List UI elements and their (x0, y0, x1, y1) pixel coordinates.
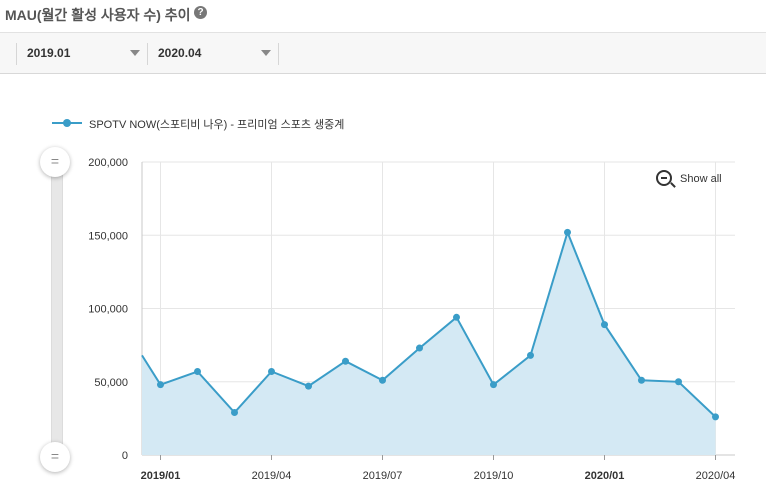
data-point[interactable] (638, 376, 645, 384)
x-tick-label: 2019/01 (141, 470, 181, 482)
data-point[interactable] (527, 351, 534, 359)
data-point[interactable] (231, 409, 238, 417)
data-point[interactable] (601, 321, 608, 329)
data-point[interactable] (342, 357, 349, 365)
data-point[interactable] (305, 382, 312, 390)
x-tick-label: 2020/01 (585, 470, 625, 482)
x-tick-label: 2019/10 (474, 470, 514, 482)
data-point[interactable] (194, 367, 201, 375)
y-tick-label: 0 (122, 450, 128, 462)
data-point[interactable] (157, 381, 164, 389)
show-all-label: Show all (680, 173, 722, 185)
data-point[interactable] (490, 381, 497, 389)
data-point[interactable] (379, 376, 386, 384)
mau-area-chart: 0 50,000 100,000 150,000 200,000 2019/01 2019/… (88, 157, 736, 482)
data-point[interactable] (564, 228, 571, 236)
y-tick-label: 100,000 (88, 304, 128, 316)
x-tick-label: 2019/07 (363, 470, 403, 482)
series-area-fill (142, 232, 716, 455)
data-point[interactable] (268, 367, 275, 375)
y-tick-label: 200,000 (88, 157, 128, 169)
x-tick-label: 2019/04 (252, 470, 292, 482)
data-point[interactable] (453, 313, 460, 321)
x-tick-label: 2020/04 (696, 470, 736, 482)
data-point[interactable] (675, 378, 682, 386)
data-point[interactable] (712, 413, 719, 421)
y-tick-label: 50,000 (94, 377, 128, 389)
data-point[interactable] (416, 344, 423, 352)
y-tick-label: 150,000 (88, 230, 128, 242)
